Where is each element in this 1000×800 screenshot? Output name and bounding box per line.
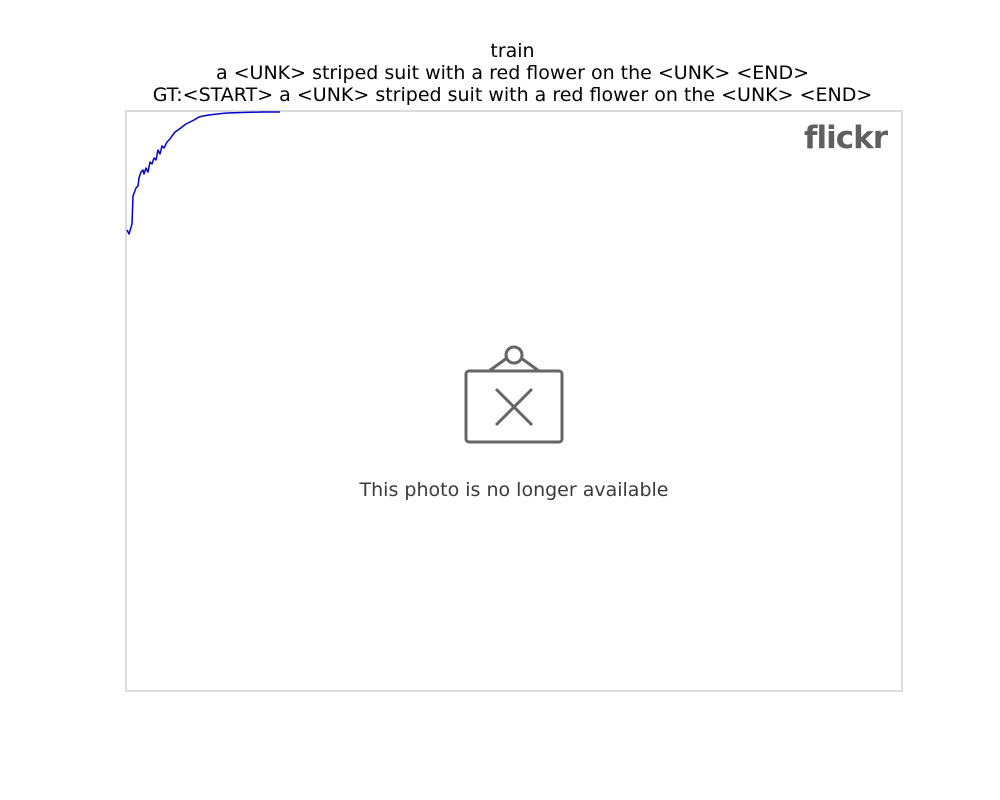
image-panel: flickr This photo is no longer available <box>125 110 903 692</box>
figure-title: train a <UNK> striped suit with a red fl… <box>0 40 1000 106</box>
split-label: train <box>490 40 535 62</box>
predicted-caption: a <UNK> striped suit with a red flower o… <box>215 62 810 84</box>
ground-truth-caption: GT:<START> a <UNK> striped suit with a r… <box>152 84 873 106</box>
attention-curve-plot <box>126 111 280 235</box>
attention-curve <box>126 111 280 235</box>
